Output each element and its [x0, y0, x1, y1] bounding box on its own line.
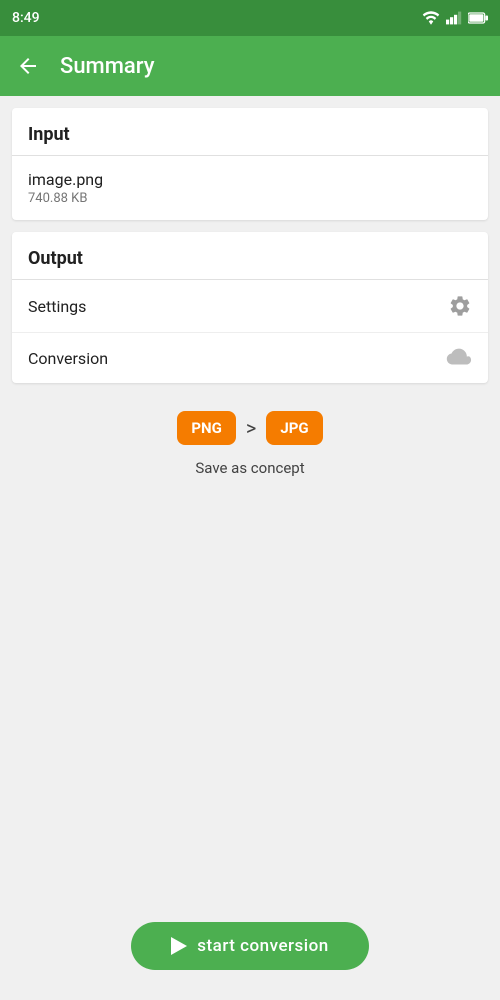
wifi-icon [422, 11, 440, 25]
back-button[interactable] [16, 54, 40, 78]
bottom-bar: start conversion [0, 922, 500, 970]
input-file-row: image.png 740.88 KB [12, 156, 488, 220]
conversion-label: Conversion [28, 349, 108, 368]
status-time: 8:49 [12, 10, 40, 26]
battery-icon [468, 11, 488, 25]
signal-icon [446, 11, 462, 25]
settings-label: Settings [28, 297, 86, 316]
start-conversion-button[interactable]: start conversion [131, 922, 369, 970]
file-size: 740.88 KB [28, 191, 103, 206]
output-card: Output Settings Conversion [12, 232, 488, 383]
conversion-section: PNG > JPG Save as concept [12, 395, 488, 485]
file-name: image.png [28, 170, 103, 189]
input-card: Input image.png 740.88 KB [12, 108, 488, 220]
output-card-header: Output [12, 232, 488, 280]
play-icon [171, 937, 187, 955]
back-arrow-icon [16, 54, 40, 78]
app-bar-title: Summary [60, 54, 155, 79]
input-card-header: Input [12, 108, 488, 156]
input-header-label: Input [28, 124, 70, 145]
file-info: image.png 740.88 KB [28, 170, 103, 206]
app-bar: Summary [0, 36, 500, 96]
cloud-icon [444, 347, 472, 369]
arrow-icon: > [246, 416, 256, 440]
status-bar: 8:49 [0, 0, 500, 36]
format-badges: PNG > JPG [177, 411, 322, 445]
start-button-label: start conversion [197, 936, 329, 956]
from-format-badge: PNG [177, 411, 235, 445]
save-concept-button[interactable]: Save as concept [195, 459, 304, 477]
to-format-badge: JPG [266, 411, 322, 445]
settings-row[interactable]: Settings [12, 280, 488, 333]
conversion-row[interactable]: Conversion [12, 333, 488, 383]
settings-icon [448, 294, 472, 318]
main-content: Input image.png 740.88 KB Output Setting… [0, 96, 500, 497]
status-icons [422, 11, 488, 25]
output-header-label: Output [28, 248, 83, 269]
